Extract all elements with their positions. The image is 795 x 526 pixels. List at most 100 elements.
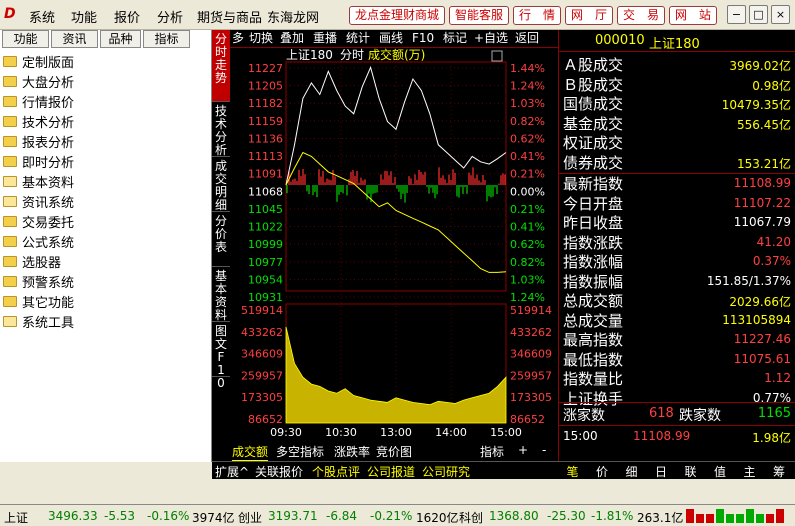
tab-indicator[interactable]: 指标 [143, 30, 190, 48]
sidebar-item-label: 资讯系统 [22, 195, 75, 211]
info-tab[interactable]: 扩展^ [215, 463, 249, 480]
status-index-volume: 1620亿 [416, 511, 459, 525]
indicator-tab[interactable]: 竞价图 [376, 443, 412, 460]
toolbar-button[interactable]: 多 [232, 30, 244, 48]
tab-variety[interactable]: 品种 [100, 30, 141, 48]
sidebar-item[interactable]: 基本资料 [3, 171, 74, 191]
quote-tab[interactable]: 主 [735, 463, 764, 480]
toolbar-button[interactable]: 切换 [249, 30, 273, 48]
y-tick-right: 1.24% [510, 291, 545, 304]
indicator-tab-row: 成交额 多空指标 涨跌率 竞价图 指标 + - [230, 442, 558, 461]
info-tab[interactable]: 公司研究 [422, 463, 470, 480]
sidebar-item[interactable]: 系统工具 [3, 311, 74, 331]
menu-function[interactable]: 功能 [71, 7, 97, 26]
quote-label: 权证成交 [563, 134, 624, 152]
sidebar-item[interactable]: 行情报价 [3, 91, 74, 111]
sidebar-item[interactable]: 大盘分析 [3, 71, 74, 91]
info-tab-row: 扩展^ 关联报价 个股点评 公司报道 公司研究 [212, 461, 558, 479]
intraday-chart[interactable]: 上证180 分时 成交额(万) 11227 1.44% 11205 1.24% 11182 1.… [230, 47, 558, 461]
hall-button[interactable]: 网 厅 [565, 6, 613, 25]
toolbar-button[interactable]: 标记 [443, 30, 467, 48]
vtab-3[interactable]: 分价表 [212, 212, 230, 267]
sidebar-item-label: 定制版面 [22, 55, 75, 71]
folder-icon [3, 135, 17, 147]
sidebar-item[interactable]: 技术分析 [3, 111, 74, 131]
info-tab[interactable]: 关联报价 [255, 463, 303, 480]
quote-tab[interactable]: 联 [676, 463, 705, 480]
menu-quote[interactable]: 报价 [114, 7, 140, 26]
sidebar-item[interactable]: 交易委托 [3, 211, 74, 231]
menu-analysis[interactable]: 分析 [157, 7, 183, 26]
vtab-2[interactable]: 成交明细 [212, 157, 230, 212]
function-sidebar: 功能 资讯 品种 指标 定制版面 大盘分析 行情报价技术分析 报表分析即时分析 基本资料… [0, 30, 212, 462]
info-tab[interactable]: 个股点评 [312, 463, 360, 480]
quote-tab[interactable]: 价 [588, 463, 617, 480]
close-icon[interactable]: × [771, 5, 790, 24]
sidebar-item-label: 技术分析 [22, 115, 75, 131]
y-tick-right: 0.00% [510, 185, 545, 198]
tab-function[interactable]: 功能 [2, 30, 49, 48]
sidebar-item[interactable]: 预警系统 [3, 271, 74, 291]
quote-value: 2029.66亿 [729, 295, 791, 309]
menu-donghai[interactable]: 东海龙网 [267, 7, 319, 26]
x-tick: 13:00 [380, 426, 412, 439]
toolbar-button[interactable]: 统计 [346, 30, 370, 48]
sidebar-item[interactable]: 其它功能 [3, 291, 74, 311]
sidebar-item[interactable]: 公式系统 [3, 231, 74, 251]
y-tick-left: 11136 [248, 132, 283, 145]
vol-tick-left: 433262 [241, 326, 283, 339]
quote-tab[interactable]: 细 [617, 463, 646, 480]
sidebar-item[interactable]: 定制版面 [3, 51, 74, 71]
indicator-tab[interactable]: - [542, 443, 546, 457]
status-index-change: -6.84 [326, 509, 358, 523]
indicator-tab[interactable]: 指标 [480, 443, 504, 460]
service-button[interactable]: 智能客服 [449, 6, 509, 25]
quote-value: 11067.79 [733, 215, 791, 229]
quote-value: 10479.35亿 [721, 98, 791, 112]
toolbar-button[interactable]: F10 [412, 30, 434, 48]
toolbar-button[interactable]: 返回 [515, 30, 539, 48]
indicator-tab[interactable]: 多空指标 [276, 443, 324, 460]
market-breadth-icon [686, 509, 786, 523]
indicator-tab[interactable]: 涨跌率 [334, 443, 370, 460]
vtab-4[interactable]: 基本资料 [212, 267, 230, 322]
sidebar-item[interactable]: 报表分析 [3, 131, 74, 151]
vtab-5[interactable]: 图文F10 [212, 322, 230, 390]
quote-tab[interactable]: 筹 [765, 463, 794, 480]
quote-tab[interactable]: 日 [647, 463, 676, 480]
quote-label: 最低指数 [563, 350, 624, 369]
indicator-tab[interactable]: 成交额 [232, 443, 269, 461]
chart-settings-icon [491, 50, 503, 62]
minimize-icon[interactable]: − [727, 5, 746, 24]
sidebar-item[interactable]: 即时分析 [3, 151, 74, 171]
trade-button[interactable]: 交 易 [617, 6, 665, 25]
quote-tab[interactable]: 值 [706, 463, 735, 480]
mall-button[interactable]: 龙点金理财商城 [349, 6, 445, 25]
website-button[interactable]: 网 站 [669, 6, 717, 25]
toolbar-button[interactable]: +自选 [474, 30, 508, 48]
toolbar-button[interactable]: 画线 [379, 30, 403, 48]
maximize-icon[interactable]: □ [749, 5, 768, 24]
tab-news[interactable]: 资讯 [51, 30, 98, 48]
menu-futures[interactable]: 期货与商品 [197, 7, 262, 26]
sidebar-item[interactable]: 资讯系统 [3, 191, 74, 211]
folder-open-icon [3, 175, 17, 187]
market-button[interactable]: 行 情 [513, 6, 561, 25]
menu-system[interactable]: 系统 [29, 7, 55, 26]
folder-icon [3, 295, 17, 307]
y-tick-right: 0.62% [510, 132, 545, 145]
toolbar-button[interactable]: 叠加 [280, 30, 304, 48]
x-tick: 09:30 [270, 426, 302, 439]
quote-label: 最新指数 [563, 175, 624, 193]
info-tab[interactable]: 公司报道 [367, 463, 415, 480]
quote-tab[interactable]: 笔 [558, 463, 587, 480]
toolbar-button[interactable]: 重播 [313, 30, 337, 48]
quote-value: 0.98亿 [752, 78, 791, 93]
vtab-0[interactable]: 分时走势 [212, 30, 230, 102]
indicator-tab[interactable]: + [518, 443, 528, 457]
sidebar-item[interactable]: 选股器 [3, 251, 61, 271]
vtab-1[interactable]: 技术分析 [212, 102, 230, 157]
quote-label: 基金成交 [563, 114, 624, 133]
sidebar-item-label: 即时分析 [22, 155, 75, 171]
y-tick-left: 11227 [248, 62, 283, 75]
